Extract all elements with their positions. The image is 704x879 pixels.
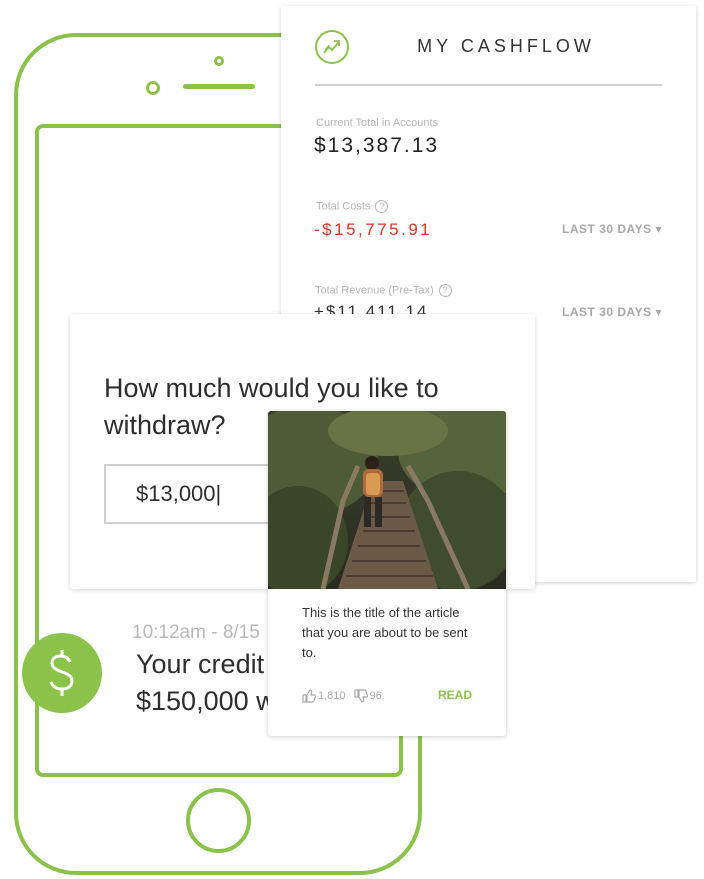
phone-speaker [183, 84, 255, 89]
article-card[interactable]: This is the title of the article that yo… [268, 411, 506, 736]
phone-camera [146, 81, 160, 95]
total-costs-value: -$15,775.91 [314, 220, 433, 239]
total-costs-label-row: Total Costs? [316, 200, 389, 213]
phone-sensor [214, 56, 224, 66]
likes-count: 1,810 [318, 690, 346, 702]
notification-line-1: Your credit [136, 649, 265, 679]
cashflow-divider [315, 84, 662, 86]
read-button[interactable]: READ [438, 688, 472, 702]
article-photo [268, 411, 506, 589]
help-icon[interactable]: ? [375, 200, 389, 213]
total-revenue-label: Total Revenue (Pre-Tax) [315, 284, 434, 297]
notification-time: 10:12am - 8/15 [132, 622, 260, 643]
phone-home-button [186, 788, 251, 853]
dislikes-count: 96 [369, 690, 382, 702]
notification-line-2: $150,000 w [136, 686, 276, 716]
article-meta: 1,810 96 [302, 689, 382, 703]
help-icon[interactable]: ? [438, 284, 452, 297]
notification-text: Your credit $150,000 w [136, 646, 276, 720]
dollar-icon [22, 633, 102, 713]
total-revenue-range-dropdown[interactable]: LAST 30 DAYS ▾ [562, 305, 662, 319]
thumbs-down-icon[interactable] [353, 689, 368, 703]
trend-up-icon [315, 30, 349, 64]
article-title: This is the title of the article that yo… [302, 605, 468, 660]
total-costs-label: Total Costs [316, 200, 371, 213]
cashflow-title: MY CASHFLOW [417, 36, 595, 56]
thumbs-up-icon[interactable] [302, 689, 316, 703]
current-total-label: Current Total in Accounts [316, 117, 439, 129]
total-costs-range-dropdown[interactable]: LAST 30 DAYS ▾ [562, 222, 662, 236]
total-revenue-label-row: Total Revenue (Pre-Tax)? [315, 284, 452, 297]
current-total-value: $13,387.13 [314, 134, 440, 157]
